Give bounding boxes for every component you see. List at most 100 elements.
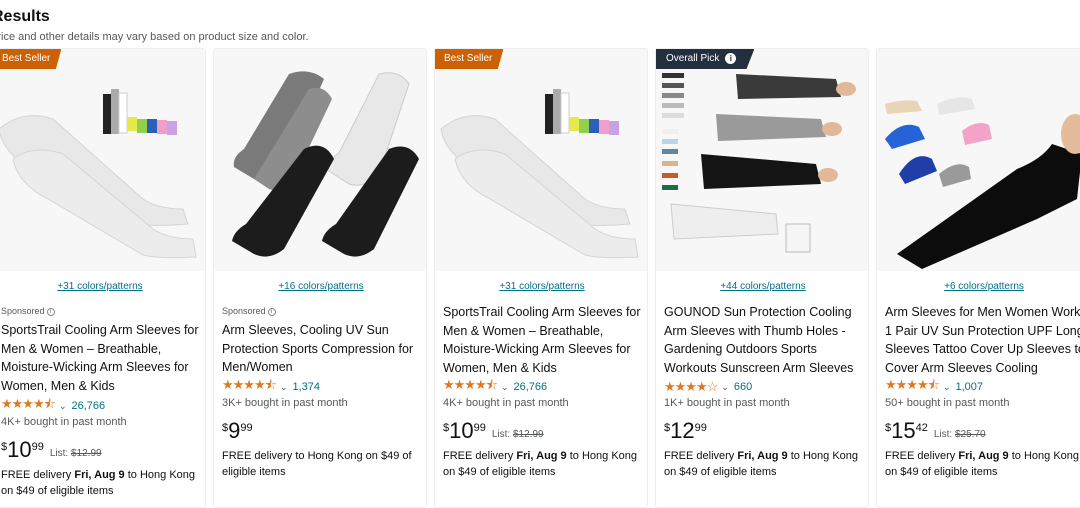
delivery-date: Fri, Aug 9 bbox=[958, 450, 1009, 462]
bought-past-month: 50+ bought in past month bbox=[885, 397, 1010, 409]
chevron-down-icon[interactable]: ⌄ bbox=[943, 382, 951, 393]
delivery-info: FREE delivery Fri, Aug 9 to Hong Kong on… bbox=[885, 448, 1080, 480]
colors-patterns-link[interactable]: +6 colors/patterns bbox=[877, 281, 1080, 292]
colors-patterns-link[interactable]: +44 colors/patterns bbox=[656, 281, 870, 292]
product-card[interactable]: Best Seller +31 colors/patterns Sponsore… bbox=[0, 48, 206, 508]
product-card[interactable]: Best Seller +31 colors/patterns SportsTr… bbox=[434, 48, 648, 508]
product-image[interactable] bbox=[0, 49, 205, 271]
price[interactable]: $10 99 List: $12.99 bbox=[1, 439, 102, 461]
delivery-info: FREE delivery to Hong Kong on $49 of eli… bbox=[222, 450, 412, 478]
chevron-down-icon[interactable]: ⌄ bbox=[59, 401, 67, 412]
product-image[interactable] bbox=[435, 49, 647, 271]
star-icon: ★★★★⯪ bbox=[222, 377, 277, 392]
list-label: List: bbox=[49, 448, 69, 459]
product-image[interactable] bbox=[877, 49, 1080, 271]
overall-pick-badge: Overall Pick i bbox=[656, 49, 755, 69]
sponsored-label: Sponsored i bbox=[222, 306, 276, 316]
review-count[interactable]: 26,766 bbox=[71, 400, 105, 412]
price-fraction: 99 bbox=[473, 422, 486, 434]
bought-past-month: 3K+ bought in past month bbox=[222, 397, 348, 409]
delivery-info: FREE delivery Fri, Aug 9 to Hong Kong on… bbox=[1, 467, 205, 499]
arm-sleeve-image bbox=[0, 89, 197, 259]
price-whole: 12 bbox=[670, 418, 695, 443]
product-grid: Best Seller +31 colors/patterns Sponsore… bbox=[0, 48, 1080, 508]
info-icon[interactable]: i bbox=[725, 53, 737, 64]
review-count[interactable]: 1,374 bbox=[292, 381, 320, 393]
star-icon: ★★★★⯪ bbox=[443, 377, 498, 392]
colors-patterns-link[interactable]: +31 colors/patterns bbox=[435, 281, 649, 292]
price-fraction: 42 bbox=[915, 422, 928, 434]
best-seller-badge: Best Seller bbox=[0, 49, 62, 69]
review-count[interactable]: 660 bbox=[734, 381, 752, 393]
best-seller-badge: Best Seller bbox=[435, 49, 504, 69]
product-title[interactable]: Arm Sleeves for Men Women Work 1 Pair UV… bbox=[885, 303, 1080, 377]
list-label: List: bbox=[491, 429, 511, 440]
product-image[interactable] bbox=[656, 49, 868, 271]
chevron-down-icon[interactable]: ⌄ bbox=[280, 382, 288, 393]
list-price: List: $12.99 bbox=[50, 448, 102, 459]
results-header: Results Price and other details may vary… bbox=[0, 0, 1080, 48]
delivery-pre: FREE delivery bbox=[885, 450, 956, 462]
price-whole: 10 bbox=[449, 418, 474, 443]
price-fraction: 99 bbox=[31, 441, 44, 453]
product-card[interactable]: +6 colors/patterns Arm Sleeves for Men W… bbox=[876, 48, 1080, 508]
delivery-pre: FREE delivery bbox=[664, 450, 735, 462]
sponsored-text: Sponsored bbox=[1, 306, 45, 316]
list-price-value: $25.70 bbox=[954, 429, 986, 440]
rating-row[interactable]: ★★★★⯪ ⌄ 1,374 bbox=[222, 377, 320, 394]
rating-row[interactable]: ★★★★☆ ⌄ 660 bbox=[664, 379, 752, 394]
list-price-value: $12.99 bbox=[512, 429, 544, 440]
delivery-date: Fri, Aug 9 bbox=[737, 450, 788, 462]
colors-patterns-link[interactable]: +16 colors/patterns bbox=[214, 281, 428, 292]
rating-row[interactable]: ★★★★⯪ ⌄ 26,766 bbox=[1, 396, 105, 413]
product-card[interactable]: +16 colors/patterns Sponsored i Arm Sleev… bbox=[213, 48, 427, 508]
product-title[interactable]: GOUNOD Sun Protection Cooling Arm Sleeve… bbox=[664, 303, 864, 377]
delivery-pre: FREE delivery bbox=[1, 469, 72, 481]
sponsored-label: Sponsored i bbox=[1, 306, 55, 316]
review-count[interactable]: 1,007 bbox=[955, 381, 983, 393]
price[interactable]: $9 99 bbox=[222, 420, 253, 442]
info-icon[interactable]: i bbox=[267, 307, 276, 316]
overall-pick-label: Overall Pick bbox=[666, 53, 720, 64]
delivery-info: FREE delivery Fri, Aug 9 to Hong Kong on… bbox=[664, 448, 868, 480]
price-whole: 10 bbox=[7, 437, 32, 462]
product-image[interactable] bbox=[214, 49, 426, 271]
price[interactable]: $15 42 List: $25.70 bbox=[885, 420, 986, 442]
chevron-down-icon[interactable]: ⌄ bbox=[721, 382, 729, 393]
product-title[interactable]: Arm Sleeves, Cooling UV Sun Protection S… bbox=[222, 321, 422, 377]
product-title[interactable]: SportsTrail Cooling Arm Sleeves for Men … bbox=[1, 321, 201, 395]
rating-row[interactable]: ★★★★⯪ ⌄ 26,766 bbox=[443, 377, 547, 394]
list-price: List: $12.99 bbox=[492, 429, 544, 440]
info-icon[interactable]: i bbox=[46, 307, 55, 316]
price[interactable]: $10 99 List: $12.99 bbox=[443, 420, 544, 442]
price-fraction: 99 bbox=[240, 422, 253, 434]
price[interactable]: $12 99 bbox=[664, 420, 707, 442]
rating-row[interactable]: ★★★★⯪ ⌄ 1,007 bbox=[885, 377, 983, 394]
arm-sleeve-image bbox=[232, 71, 419, 257]
price-fraction: 99 bbox=[694, 422, 707, 434]
list-price: List: $25.70 bbox=[934, 429, 986, 440]
list-price-value: $12.99 bbox=[70, 448, 102, 459]
results-title: Results bbox=[0, 8, 50, 25]
arm-sleeve-image bbox=[885, 97, 1080, 269]
list-label: List: bbox=[933, 429, 953, 440]
price-whole: 9 bbox=[228, 418, 241, 443]
product-card[interactable]: Overall Pick i +44 colors/patterns GOUNOD… bbox=[655, 48, 869, 508]
chevron-down-icon[interactable]: ⌄ bbox=[501, 382, 509, 393]
arm-sleeve-image bbox=[662, 73, 856, 253]
sponsored-text: Sponsored bbox=[222, 306, 266, 316]
bought-past-month: 1K+ bought in past month bbox=[664, 397, 790, 409]
bought-past-month: 4K+ bought in past month bbox=[443, 397, 569, 409]
product-title[interactable]: SportsTrail Cooling Arm Sleeves for Men … bbox=[443, 303, 643, 377]
results-subtitle: Price and other details may vary based o… bbox=[0, 31, 309, 43]
bought-past-month: 4K+ bought in past month bbox=[1, 416, 127, 428]
review-count[interactable]: 26,766 bbox=[513, 381, 547, 393]
star-icon: ★★★★☆ bbox=[664, 379, 718, 394]
delivery-date: Fri, Aug 9 bbox=[74, 469, 125, 481]
star-icon: ★★★★⯪ bbox=[1, 396, 56, 411]
colors-patterns-link[interactable]: +31 colors/patterns bbox=[0, 281, 207, 292]
arm-sleeve-image bbox=[440, 89, 639, 259]
star-icon: ★★★★⯪ bbox=[885, 377, 940, 392]
price-whole: 15 bbox=[891, 418, 916, 443]
delivery-pre: FREE delivery bbox=[443, 450, 514, 462]
